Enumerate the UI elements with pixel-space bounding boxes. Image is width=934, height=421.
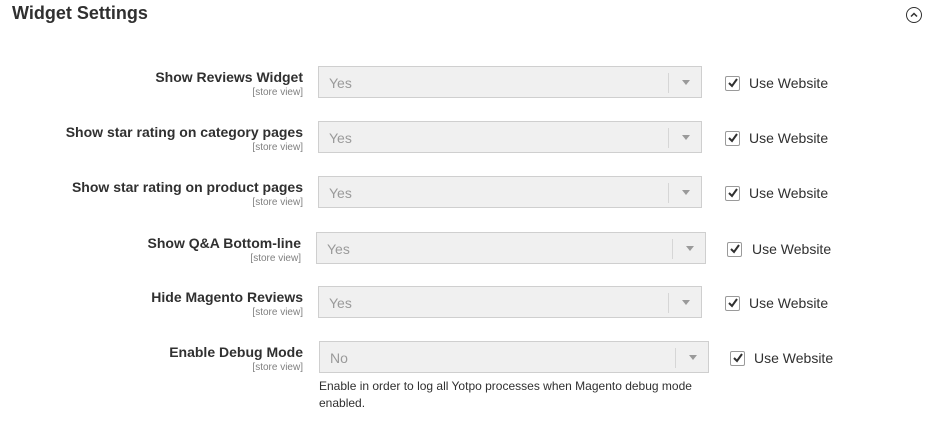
use-website-checkbox[interactable]: [725, 296, 740, 311]
field-label: Show Q&A Bottom-line: [147, 235, 301, 251]
use-website-checkbox[interactable]: [730, 351, 745, 366]
select-value: Yes: [329, 75, 352, 91]
field-label: Show Reviews Widget: [155, 69, 303, 85]
use-website-checkbox[interactable]: [725, 186, 740, 201]
use-website-label[interactable]: Use Website: [749, 75, 828, 91]
chevron-down-icon: [682, 135, 690, 140]
use-website-checkbox[interactable]: [725, 76, 740, 91]
section-title: Widget Settings: [12, 3, 148, 23]
use-website-label[interactable]: Use Website: [754, 350, 833, 366]
chevron-down-icon: [682, 80, 690, 85]
field-row-qa-bottom-line: Show Q&A Bottom-line [store view] Yes Us…: [0, 232, 934, 275]
checkmark-icon: [728, 78, 738, 88]
checkmark-icon: [733, 353, 743, 363]
chevron-down-icon: [682, 300, 690, 305]
field-label: Show star rating on category pages: [65, 124, 303, 140]
use-website-label[interactable]: Use Website: [749, 185, 828, 201]
scope-label: [store view]: [252, 87, 303, 98]
select-value: Yes: [329, 130, 352, 146]
checkmark-icon: [728, 133, 738, 143]
field-row-hide-magento-reviews: Hide Magento Reviews [store view] Yes Us…: [0, 286, 934, 329]
star-rating-category-select[interactable]: Yes: [318, 121, 702, 153]
chevron-down-icon: [686, 246, 694, 251]
select-value: Yes: [327, 241, 350, 257]
star-rating-product-select[interactable]: Yes: [318, 176, 702, 208]
select-value: Yes: [329, 185, 352, 201]
use-website-checkbox[interactable]: [727, 242, 742, 257]
hide-magento-reviews-select[interactable]: Yes: [318, 286, 702, 318]
use-website-label[interactable]: Use Website: [749, 295, 828, 311]
select-value: No: [330, 350, 348, 366]
use-website-label[interactable]: Use Website: [752, 241, 831, 257]
field-label: Hide Magento Reviews: [151, 289, 303, 305]
collapse-section-icon[interactable]: [906, 7, 922, 23]
use-website-label[interactable]: Use Website: [749, 130, 828, 146]
field-label: Show star rating on product pages: [71, 179, 303, 195]
field-row-star-rating-category: Show star rating on category pages [stor…: [0, 121, 934, 164]
field-row-star-rating-product: Show star rating on product pages [store…: [0, 176, 934, 219]
field-label: Enable Debug Mode: [169, 344, 303, 360]
scope-label: [store view]: [250, 253, 301, 264]
checkmark-icon: [728, 188, 738, 198]
chevron-down-icon: [689, 355, 697, 360]
scope-label: [store view]: [252, 197, 303, 208]
scope-label: [store view]: [252, 307, 303, 318]
use-website-checkbox[interactable]: [725, 131, 740, 146]
checkmark-icon: [728, 298, 738, 308]
select-value: Yes: [329, 295, 352, 311]
debug-mode-note: Enable in order to log all Yotpo process…: [319, 379, 692, 410]
scope-label: [store view]: [252, 142, 303, 153]
checkmark-icon: [730, 244, 740, 254]
scope-label: [store view]: [252, 362, 303, 373]
field-row-show-reviews-widget: Show Reviews Widget [store view] Yes Use…: [0, 66, 934, 109]
qa-bottom-line-select[interactable]: Yes: [316, 232, 706, 264]
show-reviews-widget-select[interactable]: Yes: [318, 66, 702, 98]
chevron-down-icon: [682, 190, 690, 195]
enable-debug-mode-select[interactable]: No: [319, 341, 709, 373]
